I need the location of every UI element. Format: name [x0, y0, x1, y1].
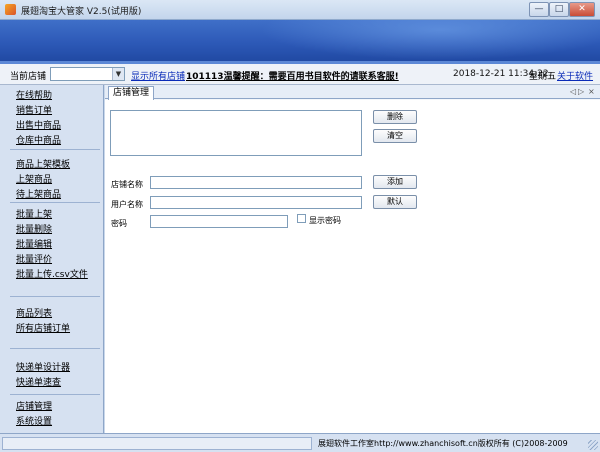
sidebar-item-batch-edit[interactable]: 批量编辑: [16, 237, 52, 250]
show-password-checkbox[interactable]: [297, 214, 306, 223]
shop-name-input[interactable]: [150, 176, 362, 189]
tab-scroll-left-icon[interactable]: ◁: [570, 87, 576, 96]
username-label: 用户名称: [111, 200, 143, 209]
about-software-link[interactable]: 关于软件: [557, 69, 593, 82]
window-title: 展翅淘宝大管家 V2.5(试用版): [21, 7, 142, 17]
shop-select[interactable]: ▼: [50, 67, 125, 81]
header-banner: [0, 20, 600, 64]
show-password-label: 显示密码: [309, 216, 341, 225]
shop-name-label: 店铺名称: [111, 180, 143, 189]
sidebar-item-waybill-designer[interactable]: 快递单设计器: [16, 360, 70, 373]
sidebar-divider: [10, 149, 100, 150]
sidebar-divider: [10, 202, 100, 203]
sidebar-divider: [10, 296, 100, 297]
current-weekday: 星期五: [529, 72, 557, 82]
show-all-shops-link[interactable]: 显示所有店铺: [131, 69, 185, 82]
sidebar-item-batch-upload-csv[interactable]: 批量上传.csv文件: [16, 267, 88, 280]
tab-scroll-right-icon[interactable]: ▷: [578, 87, 584, 96]
status-cell-left: [2, 437, 312, 450]
app-logo-icon: [5, 4, 16, 15]
current-shop-label: 当前店铺: [10, 72, 47, 82]
sidebar-item-batch-list[interactable]: 批量上架: [16, 207, 52, 220]
chevron-down-icon[interactable]: ▼: [112, 68, 124, 80]
username-input[interactable]: [150, 196, 362, 209]
sidebar-item-on-sale-products[interactable]: 出售中商品: [16, 118, 61, 131]
sidebar-divider: [10, 348, 100, 349]
tab-strip: 店铺管理 ◁ ▷ ×: [105, 85, 600, 100]
sidebar-nav: 在线帮助 销售订单 出售中商品 仓库中商品 商品上架模板 上架商品 待上架商品 …: [0, 85, 104, 433]
sidebar-item-batch-delete[interactable]: 批量删除: [16, 222, 52, 235]
sidebar-divider: [10, 394, 100, 395]
title-bar: 展翅淘宝大管家 V2.5(试用版) — □ ✕: [0, 0, 600, 20]
clear-button[interactable]: 清空: [373, 129, 417, 143]
sidebar-item-warehouse-products[interactable]: 仓库中商品: [16, 133, 61, 146]
status-bar: 展翅软件工作室http://www.zhanchisoft.cn版权所有 (C)…: [0, 433, 600, 452]
sidebar-item-system-settings[interactable]: 系统设置: [16, 414, 52, 427]
main-content: 店铺管理 ◁ ▷ × 删除 清空 店铺名称 添加 用户名称 默认 密码 显示密码: [105, 85, 600, 433]
add-button[interactable]: 添加: [373, 175, 417, 189]
tab-shop-management[interactable]: 店铺管理: [108, 86, 155, 100]
tab-close-icon[interactable]: ×: [588, 87, 595, 96]
delete-button[interactable]: 删除: [373, 110, 417, 124]
copyright-text: 展翅软件工作室http://www.zhanchisoft.cn版权所有 (C)…: [318, 439, 568, 448]
sidebar-item-online-help[interactable]: 在线帮助: [16, 88, 52, 101]
default-button[interactable]: 默认: [373, 195, 417, 209]
minimize-button[interactable]: —: [529, 2, 549, 17]
sidebar-item-batch-review[interactable]: 批量评价: [16, 252, 52, 265]
banner-glow: [260, 20, 600, 60]
sidebar-item-shop-management[interactable]: 店铺管理: [16, 399, 52, 412]
shop-toolbar: 当前店铺 ▼ 显示所有店铺 101113温馨提醒：需要百用书目软件的请联系客服!…: [0, 64, 600, 85]
sidebar-item-sales-orders[interactable]: 销售订单: [16, 103, 52, 116]
resize-grip-icon[interactable]: [588, 440, 598, 450]
sidebar-item-listing-template[interactable]: 商品上架模板: [16, 157, 70, 170]
notice-text: 101113温馨提醒：需要百用书目软件的请联系客服!: [186, 72, 399, 82]
close-button[interactable]: ✕: [569, 2, 595, 17]
shop-list-box[interactable]: [110, 110, 362, 156]
password-input[interactable]: [150, 215, 288, 228]
sidebar-item-list-products[interactable]: 上架商品: [16, 172, 52, 185]
sidebar-item-pending-products[interactable]: 待上架商品: [16, 187, 61, 200]
sidebar-item-product-list[interactable]: 商品列表: [16, 306, 52, 319]
maximize-button[interactable]: □: [549, 2, 569, 17]
sidebar-item-waybill-lookup[interactable]: 快递单速查: [16, 375, 61, 388]
password-label: 密码: [111, 219, 127, 228]
shop-management-panel: 删除 清空 店铺名称 添加 用户名称 默认 密码 显示密码: [105, 100, 600, 433]
sidebar-item-all-shop-orders[interactable]: 所有店铺订单: [16, 321, 70, 334]
